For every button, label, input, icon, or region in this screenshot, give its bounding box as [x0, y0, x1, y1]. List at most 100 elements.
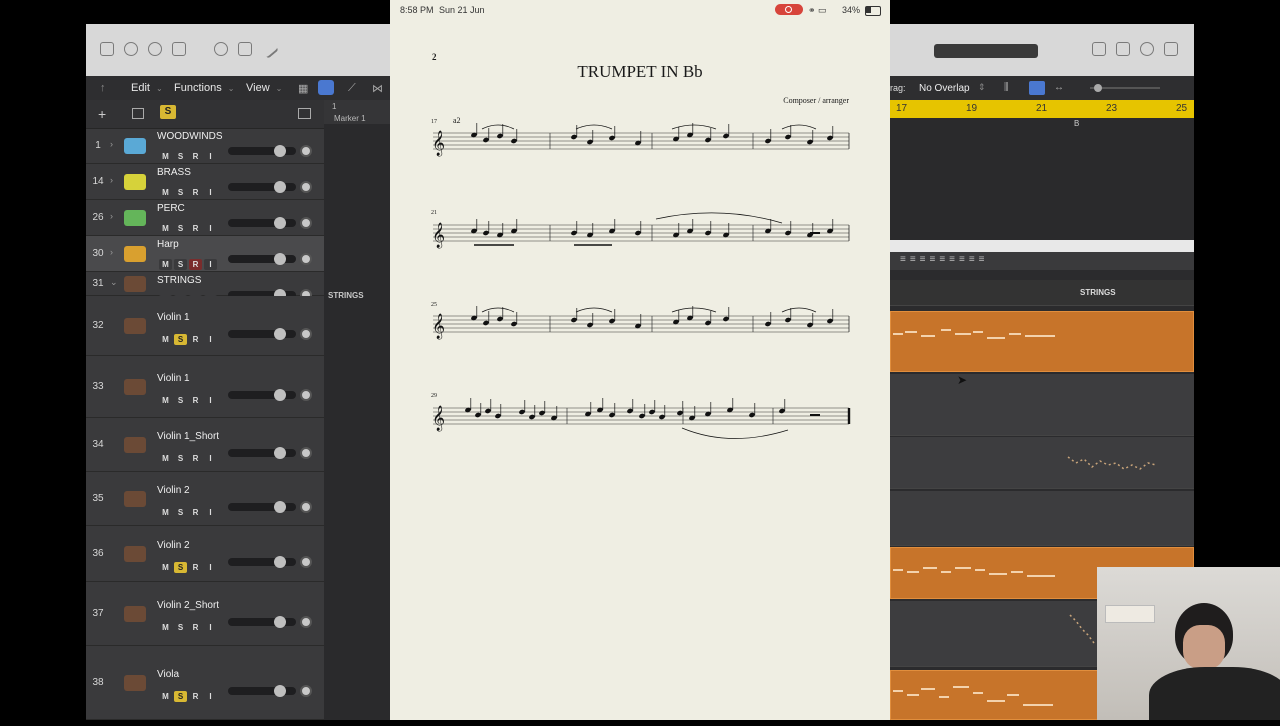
back-arrow-icon[interactable]: ↑ [100, 82, 106, 94]
solo-button[interactable]: S [174, 223, 187, 234]
track-row[interactable]: 31⌄STRINGSMSRI [86, 272, 324, 306]
notepad-icon[interactable] [1116, 42, 1130, 56]
input-monitor-button[interactable]: I [204, 334, 217, 345]
view-menu[interactable]: View ⌄ [246, 82, 282, 94]
chevron-right-icon[interactable]: › [110, 175, 113, 185]
functions-menu[interactable]: Functions ⌄ [174, 82, 234, 94]
record-button[interactable]: R [189, 187, 202, 198]
flex-icon[interactable]: ⋈ [372, 82, 383, 95]
loop-browser-icon[interactable] [1140, 42, 1154, 56]
track-name[interactable]: PERC [157, 203, 185, 214]
track-row[interactable]: 36 Violin 2 MSRI [86, 526, 324, 582]
track-name[interactable]: WOODWINDS [157, 131, 223, 142]
track-row[interactable]: 35 Violin 2 MSRI [86, 472, 324, 526]
volume-slider[interactable] [228, 389, 296, 401]
track-name[interactable]: Violin 2_Short [157, 600, 219, 611]
toolbar-icon[interactable] [172, 42, 186, 56]
track-row[interactable]: 26 › PERC M S R I [86, 200, 324, 236]
zoom-slider[interactable] [1090, 84, 1160, 92]
volume-knob[interactable] [274, 501, 286, 513]
track-name[interactable]: BRASS [157, 167, 191, 178]
record-button[interactable]: R [189, 691, 202, 702]
waveform-zoom-icon[interactable]: ⫼ [1004, 82, 1009, 93]
solo-button[interactable]: S [174, 622, 187, 633]
volume-slider[interactable] [228, 145, 296, 157]
volume-knob[interactable] [274, 447, 286, 459]
mute-button[interactable]: M [159, 395, 172, 406]
global-solo-badge[interactable]: S [160, 105, 176, 119]
volume-slider[interactable] [228, 181, 296, 193]
volume-knob[interactable] [274, 217, 286, 229]
record-button[interactable]: R [189, 334, 202, 345]
inspector-icon[interactable] [124, 42, 138, 56]
mute-button[interactable]: M [159, 334, 172, 345]
add-track-icon[interactable]: + [98, 106, 106, 122]
mute-button[interactable]: M [159, 562, 172, 573]
volume-slider[interactable] [228, 685, 296, 697]
volume-slider[interactable] [228, 253, 296, 265]
input-monitor-button[interactable]: I [204, 395, 217, 406]
zoom-slider-knob[interactable] [1094, 84, 1102, 92]
solo-button[interactable]: S [174, 187, 187, 198]
record-button[interactable]: R [189, 223, 202, 234]
record-button[interactable]: R [189, 562, 202, 573]
pan-knob[interactable] [300, 253, 312, 265]
pan-knob[interactable] [300, 501, 312, 513]
pan-knob[interactable] [300, 389, 312, 401]
solo-button[interactable]: S [174, 151, 187, 162]
solo-button[interactable]: S [174, 691, 187, 702]
browsers-icon[interactable] [1164, 42, 1178, 56]
input-monitor-button[interactable]: I [204, 622, 217, 633]
volume-knob[interactable] [274, 556, 286, 568]
track-name[interactable]: STRINGS [157, 275, 201, 286]
record-button[interactable]: R [189, 453, 202, 464]
track-row[interactable]: 34 Violin 1_Short M S R I [86, 418, 324, 472]
solo-button[interactable]: S [174, 259, 187, 270]
track-row[interactable]: 14 › BRASS M S R I [86, 164, 324, 200]
track-row[interactable]: 38 Viola M S R I [86, 646, 324, 720]
fit-icon[interactable]: ↔ [1054, 82, 1064, 93]
solo-button[interactable]: S [174, 453, 187, 464]
edit-menu[interactable]: Edit ⌄ [131, 82, 163, 94]
record-button[interactable]: R [189, 507, 202, 518]
volume-knob[interactable] [274, 253, 286, 265]
grid-icon[interactable]: ▦ [298, 82, 308, 95]
chevron-right-icon[interactable]: › [110, 211, 113, 221]
solo-button[interactable]: S [174, 395, 187, 406]
global-tracks-icon[interactable] [298, 108, 311, 119]
track-row[interactable]: 32 Violin 1 MSRI [86, 296, 324, 356]
track-row[interactable]: 33 Violin 1 MSRI [86, 356, 324, 418]
volume-slider[interactable] [228, 616, 296, 628]
marker-label[interactable]: Marker 1 [334, 114, 366, 123]
record-button[interactable]: R [189, 259, 202, 270]
mute-button[interactable]: M [159, 453, 172, 464]
drag-mode-select[interactable]: No Overlap [919, 83, 970, 94]
volume-slider[interactable] [228, 217, 296, 229]
track-name[interactable]: Violin 1 [157, 373, 190, 384]
record-button[interactable]: R [189, 151, 202, 162]
input-monitor-button[interactable]: I [204, 691, 217, 702]
list-view-icon[interactable] [318, 80, 334, 95]
input-monitor-button[interactable]: I [204, 259, 217, 270]
pan-knob[interactable] [300, 145, 312, 157]
pan-knob[interactable] [300, 556, 312, 568]
volume-slider[interactable] [228, 556, 296, 568]
duplicate-icon[interactable] [132, 108, 144, 119]
pan-knob[interactable] [300, 685, 312, 697]
track-name[interactable]: Violin 1_Short [157, 431, 219, 442]
pan-knob[interactable] [300, 616, 312, 628]
mute-button[interactable]: M [159, 223, 172, 234]
track-name[interactable]: Violin 2 [157, 540, 190, 551]
solo-button[interactable]: S [174, 507, 187, 518]
volume-knob[interactable] [274, 328, 286, 340]
mute-button[interactable]: M [159, 259, 172, 270]
volume-knob[interactable] [274, 145, 286, 157]
pan-knob[interactable] [300, 328, 312, 340]
track-row[interactable]: 37 Violin 2_Short M S R I [86, 582, 324, 646]
input-monitor-button[interactable]: I [204, 223, 217, 234]
pan-knob[interactable] [300, 181, 312, 193]
pan-knob[interactable] [300, 217, 312, 229]
volume-knob[interactable] [274, 181, 286, 193]
solo-button[interactable]: S [174, 562, 187, 573]
help-icon[interactable] [148, 42, 162, 56]
